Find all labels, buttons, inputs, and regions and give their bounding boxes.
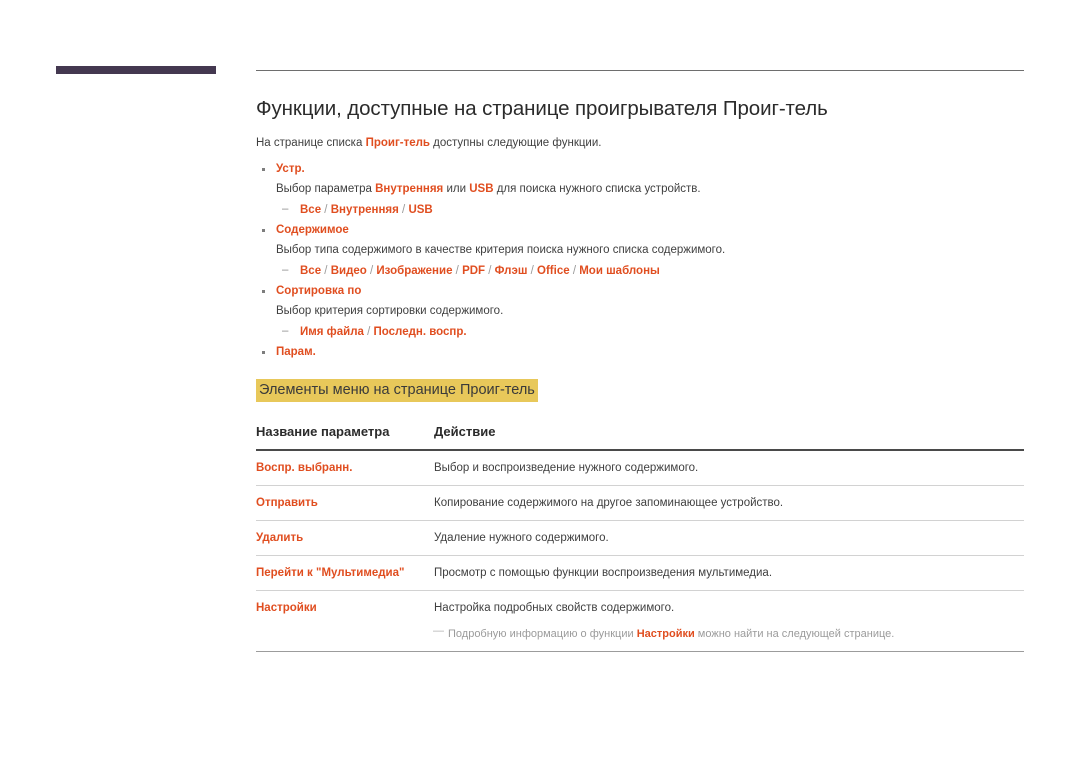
intro-paragraph: На странице списка Проиг-тель доступны с… [256, 135, 1024, 151]
table-cell-parameter: Отправить [256, 485, 434, 521]
option-value: USB [408, 204, 433, 216]
feature-description: Выбор типа содержимого в качестве критер… [276, 244, 726, 256]
feature-options-row: Все / Видео / Изображение / PDF / Флэш /… [276, 262, 1024, 280]
feature-item-device: Устр. Выбор параметра Внутренняя или USB… [256, 161, 1024, 219]
table-cell-parameter: Настройки [256, 590, 434, 652]
feature-title: Содержимое [276, 224, 349, 236]
document-page: Функции, доступные на странице проигрыва… [0, 0, 1080, 763]
section-heading-wrapper: Элементы меню на странице Проиг-тель [256, 379, 1024, 402]
intro-prefix: На странице списка [256, 137, 366, 149]
feature-options-row: Все / Внутренняя / USB [276, 201, 1024, 219]
section-heading-highlighted: Элементы меню на странице Проиг-тель [256, 379, 538, 402]
header-divider-rule [256, 70, 1024, 71]
table-cell-action: Просмотр с помощью функции воспроизведен… [434, 555, 1024, 591]
intro-suffix: доступны следующие функции. [429, 137, 602, 149]
option-value: Все [300, 204, 322, 216]
page-content: Функции, доступные на странице проигрыва… [256, 96, 1024, 652]
feature-list: Устр. Выбор параметра Внутренняя или USB… [256, 161, 1024, 361]
feature-option-list: Все / Видео / Изображение / PDF / Флэш /… [276, 262, 1024, 280]
table-row: Удалить Удаление нужного содержимого. [256, 520, 1024, 556]
header-accent-bar [56, 66, 216, 74]
option-value: Последн. воспр. [373, 326, 467, 338]
menu-items-table: Название параметра Действие Воспр. выбра… [256, 424, 1024, 652]
table-cell-action: Выбор и воспроизведение нужного содержим… [434, 450, 1024, 486]
feature-desc-suffix: для поиска нужного списка устройств. [493, 183, 701, 195]
feature-title: Парам. [276, 346, 316, 358]
feature-desc-keyword-usb: USB [469, 183, 494, 195]
feature-description: Выбор критерия сортировки содержимого. [276, 305, 504, 317]
feature-desc-prefix: Выбор параметра [276, 183, 376, 195]
table-header-parameter: Название параметра [256, 424, 434, 451]
note-keyword: Настройки [636, 628, 695, 640]
option-value: Имя файла [300, 326, 364, 338]
option-value: Изображение [376, 265, 453, 277]
note-suffix: можно найти на следующей странице. [694, 628, 895, 640]
table-header-action: Действие [434, 424, 1024, 451]
table-row: Отправить Копирование содержимого на дру… [256, 485, 1024, 521]
page-title: Функции, доступные на странице проигрыва… [256, 97, 828, 120]
table-row: Воспр. выбранн. Выбор и воспроизведение … [256, 450, 1024, 486]
feature-desc-mid: или [443, 183, 470, 195]
feature-item-content: Содержимое Выбор типа содержимого в каче… [256, 222, 1024, 280]
table-cell-action: Настройка подробных свойств содержимого.… [433, 590, 1024, 652]
table-cell-action: Копирование содержимого на другое запоми… [434, 485, 1024, 521]
table-header-row: Название параметра Действие [256, 424, 1024, 451]
feature-desc-keyword-internal: Внутренняя [375, 183, 444, 195]
option-value: Мои шаблоны [579, 265, 660, 277]
feature-item-settings: Парам. [256, 344, 1024, 361]
table-cell-action-text: Настройка подробных свойств содержимого. [434, 602, 675, 614]
table-cell-action: Удаление нужного содержимого. [434, 520, 1024, 556]
option-value: Все [300, 265, 322, 277]
table-cell-parameter: Удалить [256, 520, 434, 556]
feature-option-list: Все / Внутренняя / USB [276, 201, 1024, 219]
intro-keyword: Проиг-тель [365, 137, 430, 149]
note-prefix: Подробную информацию о функции [448, 628, 637, 640]
option-value: Внутренняя [330, 204, 399, 216]
option-value: Видео [330, 265, 367, 277]
table-row: Настройки Настройка подробных свойств со… [256, 590, 1024, 652]
feature-description: Выбор параметра Внутренняя или USB для п… [276, 181, 1024, 198]
option-value: PDF [462, 265, 486, 277]
feature-option-list: Имя файла / Последн. воспр. [276, 323, 1024, 341]
table-cell-parameter: Перейти к "Мультимедиа" [256, 555, 434, 591]
feature-item-sort-by: Сортировка по Выбор критерия сортировки … [256, 283, 1024, 341]
table-row: Перейти к "Мультимедиа" Просмотр с помощ… [256, 555, 1024, 591]
feature-options-row: Имя файла / Последн. воспр. [276, 323, 1024, 341]
option-value: Флэш [494, 265, 528, 277]
feature-title: Устр. [276, 163, 305, 175]
option-value: Office [537, 265, 570, 277]
feature-title: Сортировка по [276, 285, 362, 297]
table-cell-note: Подробную информацию о функции Настройки… [433, 623, 1024, 642]
table-cell-parameter: Воспр. выбранн. [256, 450, 434, 486]
